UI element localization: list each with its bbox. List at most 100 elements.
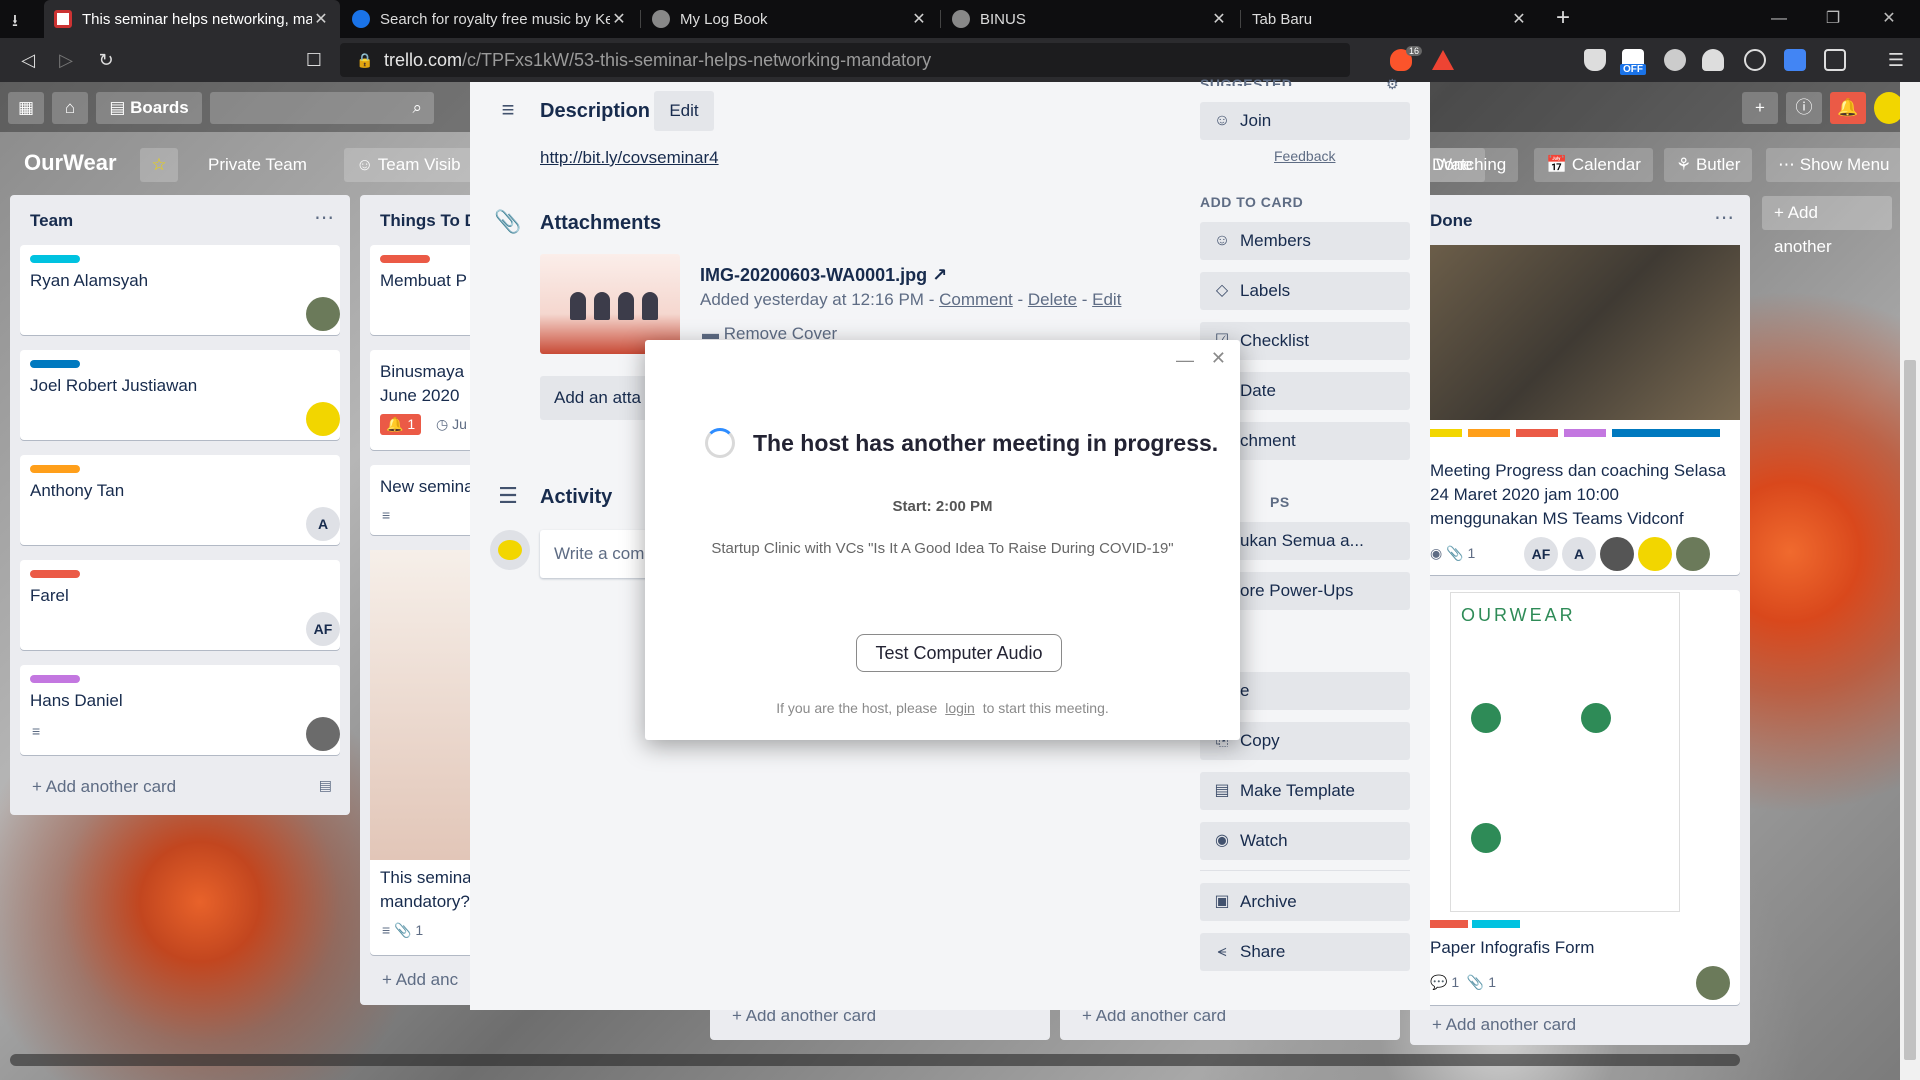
avatar[interactable]	[306, 402, 340, 436]
list-menu-icon[interactable]: ⋯	[314, 205, 334, 230]
info-icon[interactable]: ⓘ	[1786, 92, 1822, 124]
tab-my-log-book[interactable]: My Log Book ✕	[642, 0, 938, 38]
attachment-delete-link[interactable]: Delete	[1028, 290, 1077, 309]
close-icon[interactable]: ✕	[610, 9, 628, 29]
download-icon[interactable]: ⭳	[12, 8, 18, 37]
add-card-button[interactable]: + Add another card	[32, 777, 176, 797]
avatar[interactable]	[306, 717, 340, 751]
watching-button[interactable]: Watching	[1424, 148, 1519, 182]
attachment-thumbnail[interactable]	[540, 254, 680, 354]
reload-icon[interactable]: ↻	[92, 46, 120, 74]
add-another-list-button[interactable]: + Add another	[1762, 196, 1892, 256]
show-menu-button[interactable]: ⋯ Show Menu	[1766, 148, 1902, 182]
translate-extension-icon[interactable]	[1784, 49, 1806, 71]
star-board-icon[interactable]: ☆	[140, 148, 178, 182]
attachment-icon: 📎	[1466, 974, 1489, 990]
list-title[interactable]: Team	[30, 211, 73, 231]
board-search-input[interactable]: ⌕	[210, 92, 434, 124]
minimize-window-icon[interactable]: —	[1756, 0, 1802, 38]
close-window-icon[interactable]: ✕	[1866, 0, 1912, 38]
avatar[interactable]	[1696, 966, 1730, 1000]
list-menu-icon[interactable]: ⋯	[1714, 205, 1734, 230]
site-favicon-icon	[952, 10, 970, 28]
list-card[interactable]: Ryan Alamsyah	[20, 245, 340, 335]
add-card-button[interactable]: + Add another card	[1432, 1015, 1576, 1035]
add-card-button[interactable]: + Add anc	[382, 970, 458, 990]
brave-rewards-icon[interactable]	[1432, 50, 1454, 70]
list-card[interactable]: Joel Robert Justiawan	[20, 350, 340, 440]
address-bar[interactable]: 🔒 trello.com/c/TPFxs1kW/53-this-seminar-…	[340, 43, 1350, 77]
list-card[interactable]: Hans Daniel ≡	[20, 665, 340, 755]
zoom-meeting-dialog: — ✕ The host has another meeting in prog…	[645, 340, 1240, 740]
test-computer-audio-button[interactable]: Test Computer Audio	[856, 634, 1062, 672]
edit-description-button[interactable]: Edit	[654, 91, 714, 131]
archive-button[interactable]: ▣ Archive	[1200, 883, 1410, 921]
make-template-button[interactable]: ▤ Make Template	[1200, 772, 1410, 810]
list-card[interactable]: Farel AF	[20, 560, 340, 650]
timer-extension-icon[interactable]	[1744, 49, 1766, 71]
back-icon[interactable]: ◁	[14, 46, 42, 74]
attachment-comment-link[interactable]: Comment	[939, 290, 1013, 309]
home-icon[interactable]: ⌂	[52, 92, 88, 124]
shield-extension-icon[interactable]	[1584, 49, 1606, 71]
list-title[interactable]: Things To D	[380, 211, 477, 231]
avatar[interactable]	[306, 297, 340, 331]
butler-button[interactable]: ⚘ Butler	[1664, 148, 1753, 182]
list-card[interactable]: Meeting Progress dan coaching Selasa 24 …	[1420, 245, 1740, 575]
attachment-edit-link[interactable]: Edit	[1092, 290, 1121, 309]
watch-button[interactable]: ◉ Watch	[1200, 822, 1410, 860]
avatar[interactable]: A	[306, 507, 340, 541]
close-icon[interactable]: ✕	[1211, 348, 1226, 369]
join-button[interactable]: ☺ Join	[1200, 102, 1410, 140]
labels-button[interactable]: ◇ Labels	[1200, 272, 1410, 310]
visibility-button[interactable]: ☺ Team Visib	[344, 148, 473, 182]
team-visibility-label[interactable]: Private Team	[196, 148, 319, 182]
restore-window-icon[interactable]: ❐	[1810, 0, 1856, 38]
boards-button[interactable]: ▤ Boards	[96, 92, 202, 124]
site-favicon-icon	[352, 10, 370, 28]
attachment-filename[interactable]: IMG-20200603-WA0001.jpg ↗	[700, 265, 947, 286]
notifications-bell-icon[interactable]: 🔔	[1830, 92, 1866, 124]
avatar[interactable]	[1638, 537, 1672, 571]
tab-royalty-music[interactable]: Search for royalty free music by Ke ✕	[342, 0, 638, 38]
bookmark-icon[interactable]: ☐	[300, 46, 328, 74]
close-icon[interactable]: ✕	[910, 9, 928, 29]
avatar[interactable]	[1676, 537, 1710, 571]
avatar[interactable]: AF	[306, 612, 340, 646]
list-title[interactable]: Done	[1430, 211, 1473, 231]
list-card[interactable]: Anthony Tan A	[20, 455, 340, 545]
feedback-link[interactable]: Feedback	[1274, 148, 1335, 164]
forward-icon[interactable]: ▷	[52, 46, 80, 74]
new-tab-button[interactable]: +	[1548, 4, 1578, 34]
browser-menu-icon[interactable]: ☰	[1882, 46, 1910, 74]
external-link-icon[interactable]: ↗	[932, 265, 947, 285]
avatar[interactable]	[1600, 537, 1634, 571]
share-button[interactable]: ⪪ Share	[1200, 933, 1410, 971]
tab-new[interactable]: Tab Baru ✕	[1242, 0, 1538, 38]
avatar[interactable]: AF	[1524, 537, 1558, 571]
card-template-icon[interactable]: ▤	[319, 777, 332, 794]
members-button[interactable]: ☺ Members	[1200, 222, 1410, 260]
close-icon[interactable]: ✕	[1510, 9, 1528, 29]
grid-extension-icon[interactable]	[1824, 49, 1846, 71]
horizontal-scrollbar[interactable]	[10, 1054, 1740, 1066]
minimize-icon[interactable]: —	[1176, 350, 1194, 371]
calendar-button[interactable]: 📅 Calendar	[1534, 148, 1653, 182]
vertical-scrollbar-thumb[interactable]	[1904, 360, 1916, 1060]
avatar[interactable]: A	[1562, 537, 1596, 571]
board-title[interactable]: OurWear	[24, 150, 117, 176]
labels-label: Labels	[1240, 281, 1291, 300]
lightbulb-extension-icon[interactable]	[1664, 49, 1686, 71]
card-badges: ◉ 📎 1	[1430, 545, 1475, 562]
tab-trello[interactable]: This seminar helps networking, mandatory…	[44, 0, 340, 38]
github-extension-icon[interactable]	[1702, 49, 1724, 71]
close-icon[interactable]: ✕	[312, 9, 330, 29]
login-link[interactable]: login	[945, 700, 975, 716]
close-icon[interactable]: ✕	[1210, 9, 1228, 29]
list-card[interactable]: OURWEAR Paper Infografis Form 💬 1 📎 1	[1420, 590, 1740, 1005]
settings-gear-icon[interactable]: ⚙	[1386, 76, 1399, 93]
description-link[interactable]: http://bit.ly/covseminar4	[540, 148, 719, 168]
apps-grid-icon[interactable]: ▦	[8, 92, 44, 124]
create-plus-icon[interactable]: +	[1742, 92, 1778, 124]
tab-binus[interactable]: BINUS ✕	[942, 0, 1238, 38]
